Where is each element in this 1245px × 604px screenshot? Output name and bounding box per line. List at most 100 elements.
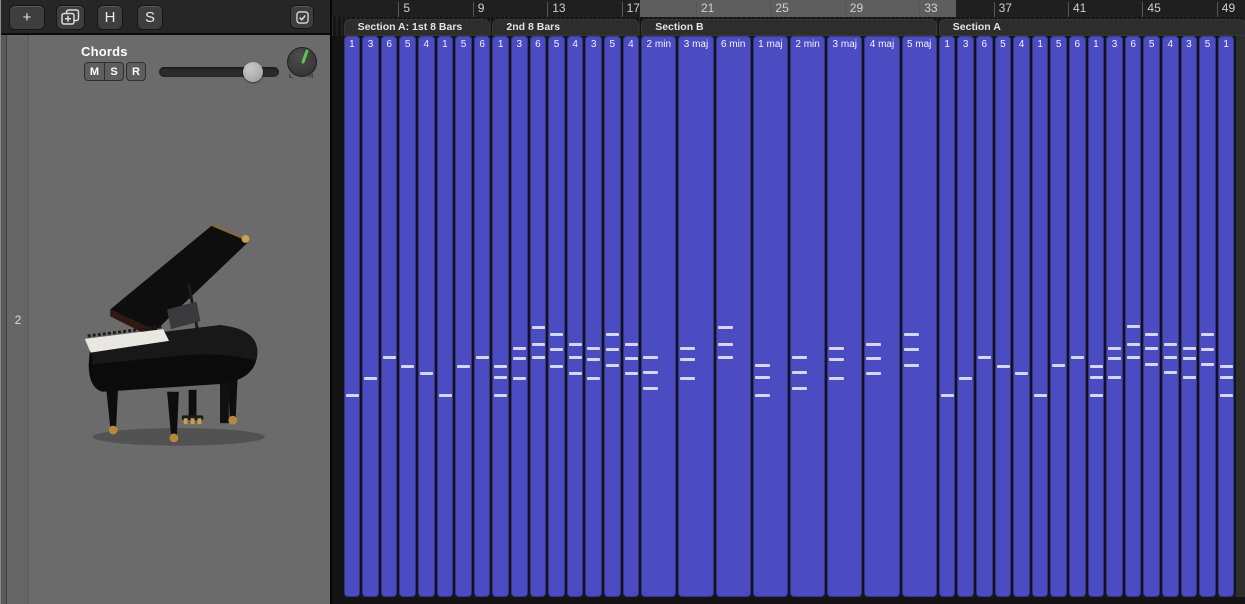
midi-region[interactable]: 6 [381,36,398,597]
midi-region[interactable]: 5 [1050,36,1067,597]
solo-tracks-button[interactable]: S [137,5,163,30]
midi-note [755,376,770,379]
midi-note [1090,394,1103,397]
midi-region[interactable]: 1 maj [753,36,788,597]
duplicate-track-button[interactable] [56,5,85,30]
hide-tracks-button[interactable]: H [97,5,123,30]
add-track-button[interactable]: + [9,5,45,30]
midi-note [587,347,600,350]
midi-note [1015,372,1028,375]
track-header-config-button[interactable] [290,5,314,29]
midi-region[interactable]: 6 [1125,36,1142,597]
midi-region[interactable]: 5 maj [902,36,937,597]
midi-region[interactable]: 1 [344,36,361,597]
region-label: 6 min [716,39,751,50]
marker-track[interactable]: Section A: 1st 8 Bars2nd 8 BarsSection B… [332,17,1245,36]
midi-region[interactable]: 5 [1199,36,1216,597]
midi-note [606,364,619,367]
midi-region[interactable]: 4 maj [864,36,899,597]
region-label: 1 [344,39,361,50]
region-label: 5 [548,39,565,50]
midi-region[interactable]: 3 [957,36,974,597]
midi-note [643,356,658,359]
midi-region[interactable]: 6 [530,36,547,597]
solo-button[interactable]: S [104,62,124,81]
marker-chip[interactable]: 2nd 8 Bars [492,19,639,36]
region-label: 1 [437,39,454,50]
region-label: 6 [1069,39,1086,50]
midi-region[interactable]: 3 [1106,36,1123,597]
cycle-highlight[interactable] [640,0,956,17]
record-enable-button[interactable]: R [126,62,146,81]
midi-region[interactable]: 3 [511,36,528,597]
region-label: 3 [362,39,379,50]
midi-note [494,394,507,397]
midi-region[interactable]: 2 min [790,36,825,597]
midi-region[interactable]: 4 [623,36,640,597]
region-label: 3 [585,39,602,50]
midi-region[interactable]: 1 [1088,36,1105,597]
midi-note [569,343,582,346]
midi-region[interactable]: 2 min [641,36,676,597]
pan-right-label: R [309,74,313,80]
midi-region[interactable]: 5 [1143,36,1160,597]
region-label: 5 [1199,39,1216,50]
bar-ruler[interactable]: 5913172125293337414549 [332,0,1245,17]
marker-chip[interactable]: Section A [939,19,1245,36]
bar-number: 41 [1073,1,1086,15]
track-header[interactable]: Chords M S R L R [29,35,331,604]
midi-note [718,343,733,346]
midi-region[interactable]: 6 [976,36,993,597]
daw-window: + H S [0,0,1245,604]
midi-region[interactable]: 4 [567,36,584,597]
midi-note [1201,333,1214,336]
midi-region[interactable]: 1 [939,36,956,597]
midi-note [513,377,526,380]
ruler-tick [473,2,474,17]
midi-region[interactable]: 1 [1032,36,1049,597]
midi-region[interactable]: 4 [418,36,435,597]
midi-region[interactable]: 6 min [716,36,751,597]
midi-region[interactable]: 3 maj [678,36,713,597]
midi-note [792,356,807,359]
marker-chip[interactable]: Section B [641,19,937,36]
pan-left-label: L [289,74,293,80]
region-label: 6 [976,39,993,50]
midi-region[interactable]: 3 [1181,36,1198,597]
midi-note [1164,371,1177,374]
pan-knob[interactable] [287,47,317,77]
midi-region[interactable]: 4 [1013,36,1030,597]
midi-region[interactable]: 5 [604,36,621,597]
midi-note [1127,325,1140,328]
bar-number: 9 [478,1,485,15]
midi-note [1183,376,1196,379]
region-label: 6 [381,39,398,50]
midi-region[interactable]: 4 [1162,36,1179,597]
midi-note [401,365,414,368]
region-label: 2 min [641,39,676,50]
midi-region[interactable]: 3 [362,36,379,597]
midi-note [1145,363,1158,366]
midi-region[interactable]: 3 maj [827,36,862,597]
midi-note [550,365,563,368]
midi-region[interactable]: 1 [492,36,509,597]
midi-region[interactable]: 5 [548,36,565,597]
region-label: 3 maj [678,39,713,50]
mute-button[interactable]: M [84,62,104,81]
midi-region[interactable]: 5 [995,36,1012,597]
midi-region[interactable]: 5 [455,36,472,597]
midi-note [1145,333,1158,336]
marker-chip[interactable]: Section A: 1st 8 Bars [344,19,491,36]
midi-note [680,347,695,350]
midi-region[interactable]: 5 [399,36,416,597]
midi-region[interactable]: 3 [585,36,602,597]
volume-slider-thumb[interactable] [243,62,263,82]
midi-region[interactable]: 1 [437,36,454,597]
track-number-strip[interactable]: 2 [7,35,29,604]
midi-note [1164,343,1177,346]
midi-region[interactable]: 1 [1218,36,1235,597]
midi-region[interactable]: 6 [474,36,491,597]
track-name: Chords [81,44,128,59]
midi-note [643,387,658,390]
midi-region[interactable]: 6 [1069,36,1086,597]
